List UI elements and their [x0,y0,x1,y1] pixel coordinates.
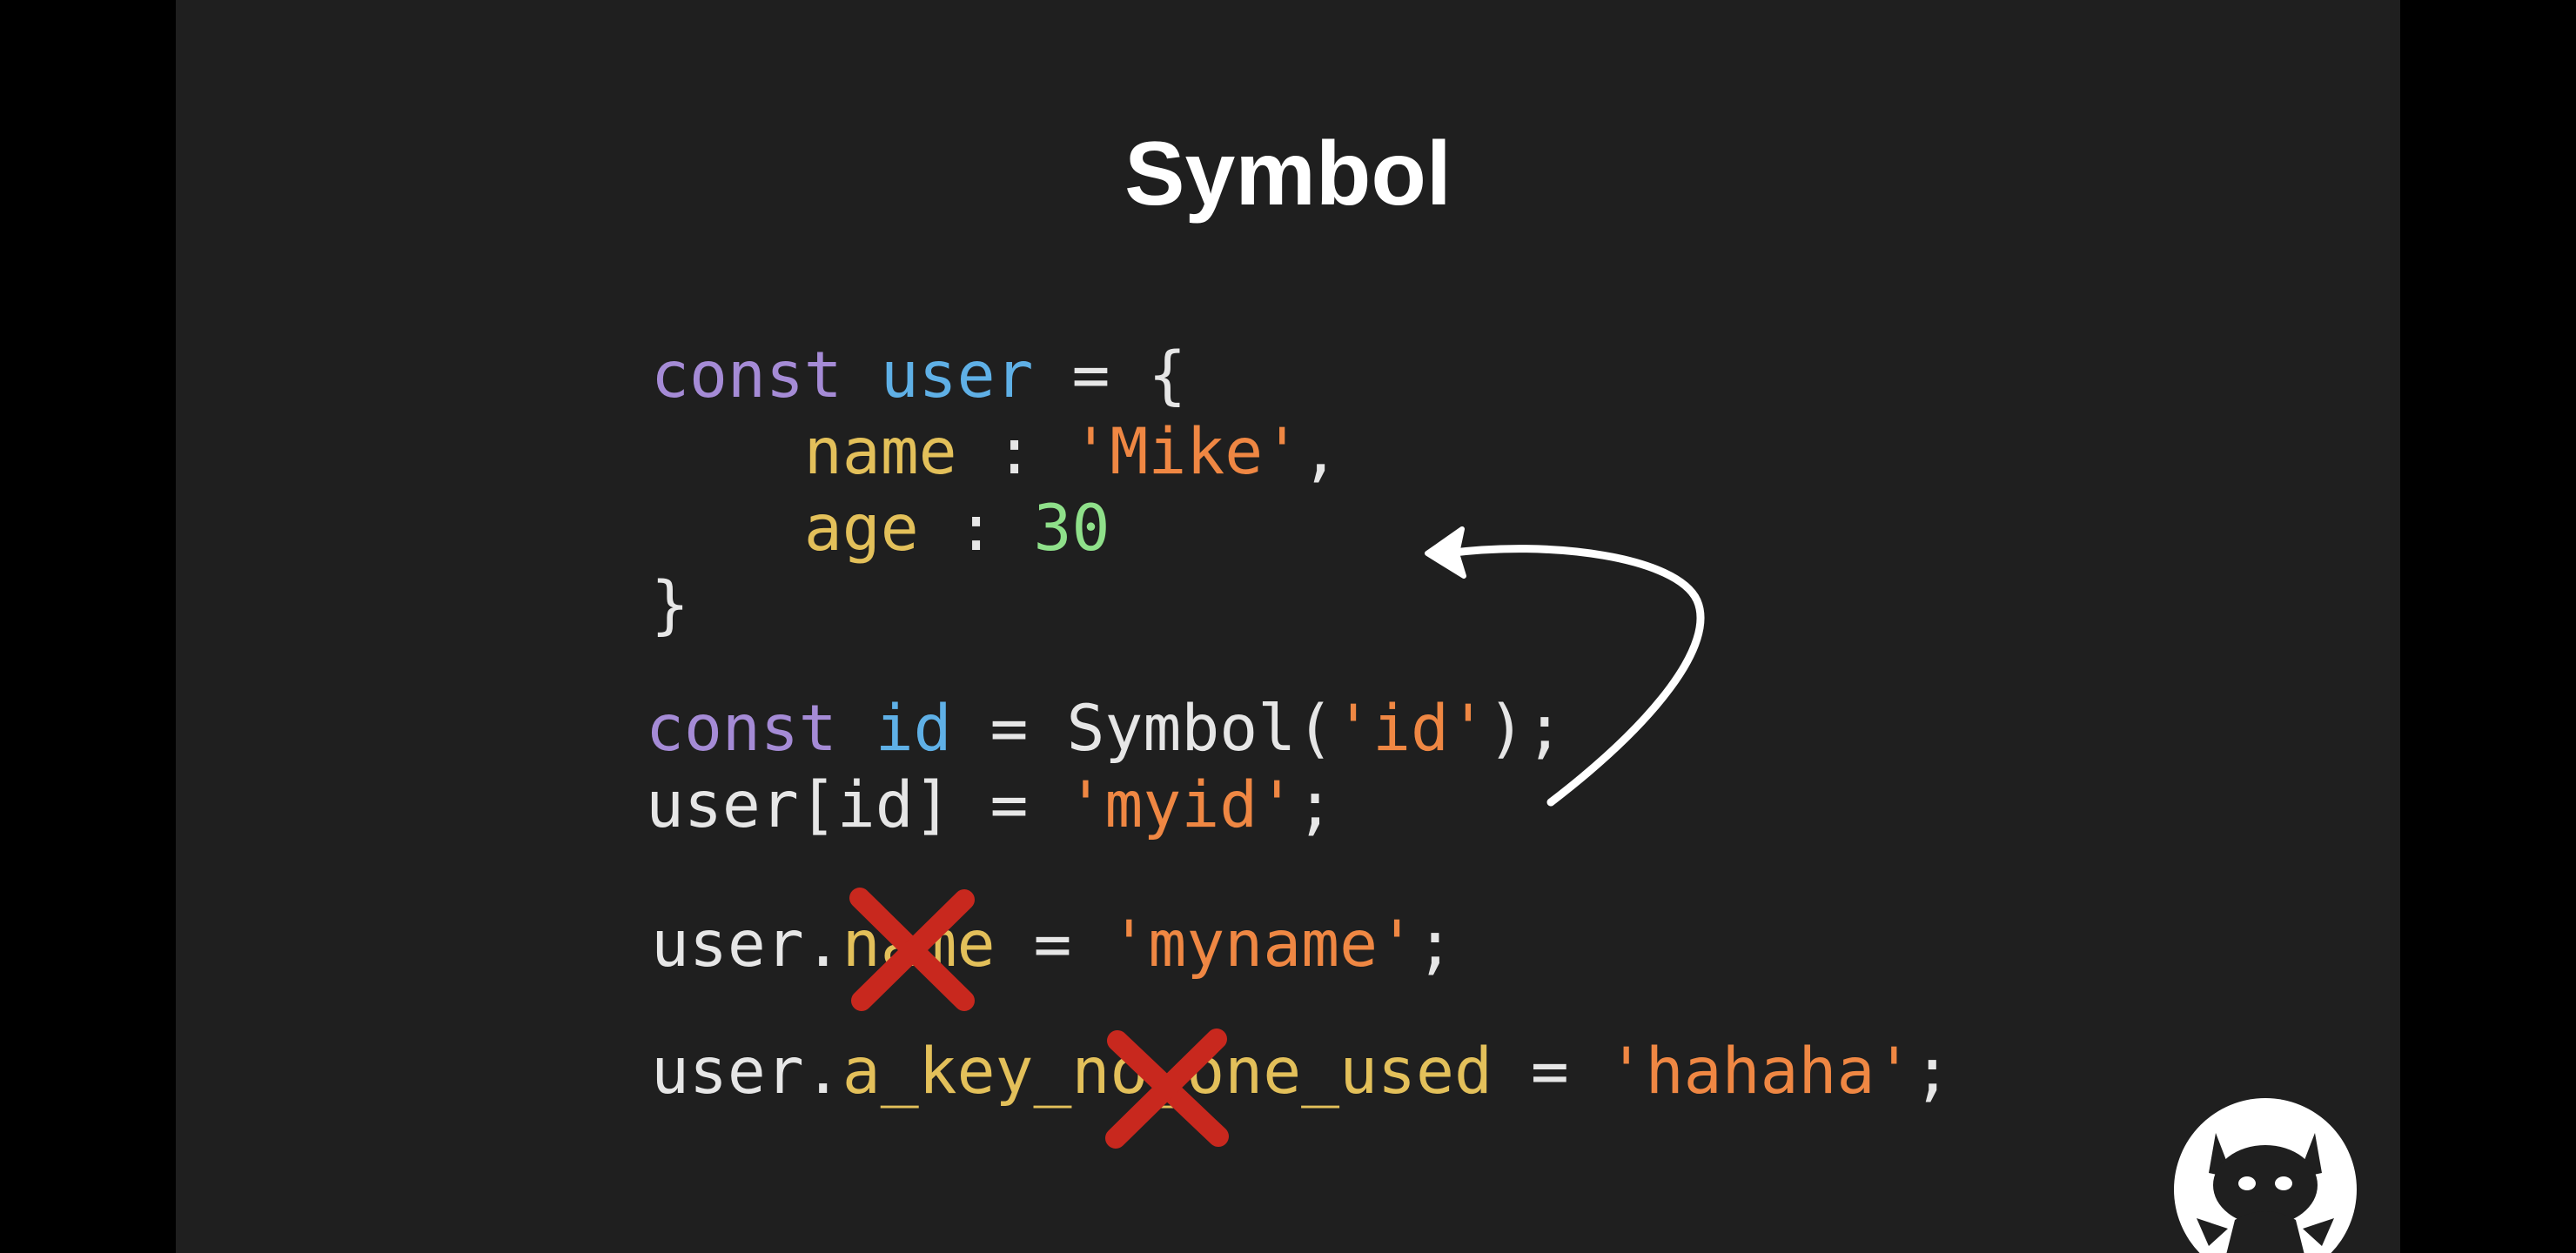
string-hahaha: 'hahaha' [1607,1035,1914,1109]
code-line-6: user[id] = 'myid'; [646,768,1335,842]
variable-id: id [875,692,952,766]
user-id-access: user[id] [646,768,952,842]
code-line-4: } [651,568,689,642]
slide: Symbol const user = { name : 'Mike', age… [176,0,2400,1253]
string-mike: 'Mike' [1071,415,1302,489]
string-myname: 'myname' [1110,908,1417,982]
slide-title: Symbol [1124,124,1452,224]
number-30: 30 [1033,492,1110,566]
video-frame: Symbol const user = { name : 'Mike', age… [0,0,2576,1253]
code-line-7: user.name = 'myname'; [651,908,1454,982]
string-id: 'id' [1334,692,1487,766]
keyword-const: const [651,338,842,412]
code-line-5: const id = Symbol('id'); [646,692,1564,766]
string-myid: 'myid' [1066,768,1297,842]
symbol-call: Symbol( [1066,692,1335,766]
brace-open: = { [1033,338,1187,412]
property-name: name [803,415,957,489]
property-name: name [842,908,996,982]
keyword-const: const [646,692,837,766]
code-line-1: const user = { [651,338,1186,414]
property-age: age [803,492,919,566]
variable-user: user [880,338,1034,412]
devil-cat-avatar-icon [2174,1098,2357,1253]
property-a-key-no-one-used: a_key_no_one_used [842,1035,1493,1109]
code-line-3: age : 30 [803,492,1110,566]
code-line-8: user.a_key_no_one_used = 'hahaha'; [651,1035,1952,1109]
code-line-2: name : 'Mike', [803,415,1340,489]
